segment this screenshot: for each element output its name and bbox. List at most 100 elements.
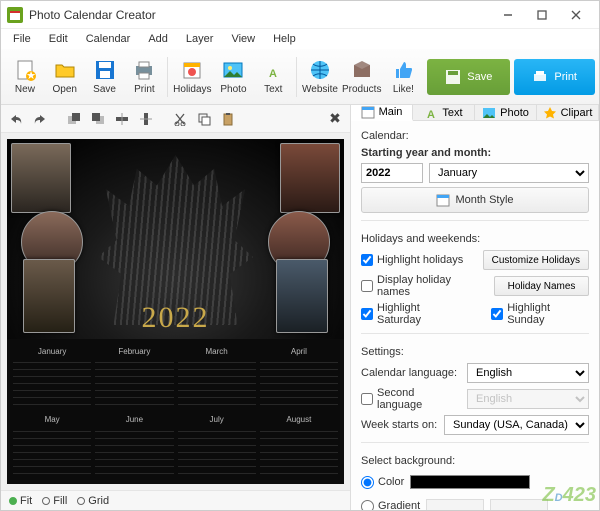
month-cell[interactable]: June — [95, 415, 173, 480]
section-calendar-label: Calendar: — [361, 130, 589, 142]
month-cell[interactable]: August — [260, 415, 338, 480]
month-style-button[interactable]: Month Style — [361, 187, 589, 213]
menu-help[interactable]: Help — [265, 31, 304, 47]
collage-photo[interactable] — [11, 143, 71, 213]
products-button[interactable]: Products — [341, 53, 382, 101]
undo-button[interactable] — [5, 108, 27, 130]
print-icon — [532, 69, 548, 85]
gradient-color1 — [426, 499, 484, 510]
svg-text:A: A — [427, 109, 435, 120]
save-button[interactable]: Save — [86, 53, 124, 101]
month-cell[interactable]: January — [13, 347, 91, 412]
minimize-button[interactable] — [491, 3, 525, 27]
redo-button[interactable] — [29, 108, 51, 130]
week-starts-select[interactable]: Sunday (USA, Canada) — [444, 415, 589, 435]
year-display: 2022 — [142, 301, 210, 335]
window-title: Photo Calendar Creator — [29, 8, 491, 22]
menu-edit[interactable]: Edit — [41, 31, 76, 47]
copy-button[interactable] — [193, 108, 215, 130]
highlight-saturday-checkbox[interactable]: Highlight Saturday — [361, 302, 465, 326]
calendar-language-label: Calendar language: — [361, 367, 461, 379]
section-holidays-label: Holidays and weekends: — [361, 233, 589, 245]
canvas-toolbar: ✖ — [1, 105, 350, 133]
align-vertical-button[interactable] — [135, 108, 157, 130]
workspace: ✖ 2022 January February March April — [1, 105, 599, 510]
second-language-checkbox[interactable]: Second language — [361, 387, 461, 411]
month-cell[interactable]: March — [178, 347, 256, 412]
month-cell[interactable]: July — [178, 415, 256, 480]
print-big-button[interactable]: Print — [514, 59, 595, 95]
new-button[interactable]: ★New — [6, 53, 44, 101]
menu-view[interactable]: View — [223, 31, 263, 47]
open-button[interactable]: Open — [46, 53, 84, 101]
menu-layer[interactable]: Layer — [178, 31, 222, 47]
print-button[interactable]: Print — [125, 53, 163, 101]
align-horizontal-button[interactable] — [111, 108, 133, 130]
holidays-button[interactable]: Holidays — [172, 53, 212, 101]
tab-photo[interactable]: Photo — [475, 105, 537, 120]
panel-tabs: Main AText Photo Clipart — [351, 105, 599, 121]
tab-text[interactable]: AText — [413, 105, 475, 120]
app-icon — [7, 7, 23, 23]
photo-icon — [482, 106, 496, 120]
highlight-sunday-checkbox[interactable]: Highlight Sunday — [491, 302, 589, 326]
bg-color-swatch[interactable] — [410, 475, 530, 489]
month-select[interactable]: January — [429, 163, 589, 183]
collage-photo[interactable] — [276, 259, 328, 333]
menu-file[interactable]: File — [5, 31, 39, 47]
customize-holidays-button[interactable]: Customize Holidays — [483, 250, 589, 270]
holiday-names-button[interactable]: Holiday Names — [494, 276, 589, 296]
collage-photo[interactable] — [280, 143, 340, 213]
collage-photo[interactable] — [23, 259, 75, 333]
section-background-label: Select background: — [361, 455, 589, 467]
new-icon: ★ — [13, 58, 37, 82]
month-cell[interactable]: May — [13, 415, 91, 480]
zoom-fit-option[interactable]: Fit — [9, 495, 32, 507]
calendar-language-select[interactable]: English — [467, 363, 589, 383]
bring-front-button[interactable] — [63, 108, 85, 130]
save-icon — [93, 58, 117, 82]
website-icon — [308, 58, 332, 82]
clipart-icon — [543, 106, 557, 120]
products-icon — [350, 58, 374, 82]
canvas-area: ✖ 2022 January February March April — [1, 105, 351, 510]
delete-button[interactable]: ✖ — [324, 108, 346, 130]
like-button[interactable]: Like! — [384, 53, 422, 101]
zoom-fill-option[interactable]: Fill — [42, 495, 67, 507]
starting-year-month-label: Starting year and month: — [361, 147, 589, 159]
tab-clipart[interactable]: Clipart — [537, 105, 599, 120]
website-button[interactable]: Website — [301, 53, 339, 101]
year-spinner[interactable] — [361, 163, 423, 183]
photo-button[interactable]: Photo — [215, 53, 253, 101]
month-cell[interactable]: February — [95, 347, 173, 412]
tab-main[interactable]: Main — [351, 105, 413, 121]
gradient-color2 — [490, 499, 548, 510]
photo-icon — [221, 58, 245, 82]
zoom-grid-option[interactable]: Grid — [77, 495, 109, 507]
menu-calendar[interactable]: Calendar — [78, 31, 139, 47]
paste-button[interactable] — [217, 108, 239, 130]
send-back-button[interactable] — [87, 108, 109, 130]
cut-button[interactable] — [169, 108, 191, 130]
toolbar-separator — [296, 57, 297, 97]
display-holiday-names-checkbox[interactable]: Display holiday names — [361, 274, 482, 298]
bg-color-radio[interactable]: Color — [361, 476, 404, 489]
main-toolbar: ★New Open Save Print Holidays Photo ATex… — [1, 49, 599, 105]
calendar-grid: January February March April May June Ju… — [7, 343, 344, 484]
main-icon — [361, 105, 375, 119]
canvas-viewport[interactable]: 2022 January February March April May Ju… — [1, 133, 350, 490]
month-cell[interactable]: April — [260, 347, 338, 412]
week-starts-label: Week starts on: — [361, 419, 438, 431]
print-icon — [132, 58, 156, 82]
highlight-holidays-checkbox[interactable]: Highlight holidays — [361, 254, 463, 266]
close-button[interactable] — [559, 3, 593, 27]
section-settings-label: Settings: — [361, 346, 589, 358]
menu-add[interactable]: Add — [140, 31, 176, 47]
title-bar: Photo Calendar Creator — [1, 1, 599, 29]
save-big-button[interactable]: Save — [427, 59, 510, 95]
text-button[interactable]: AText — [254, 53, 292, 101]
text-icon: A — [261, 58, 285, 82]
bg-gradient-radio[interactable]: Gradient — [361, 500, 420, 511]
maximize-button[interactable] — [525, 3, 559, 27]
calendar-page[interactable]: 2022 January February March April May Ju… — [7, 139, 344, 484]
